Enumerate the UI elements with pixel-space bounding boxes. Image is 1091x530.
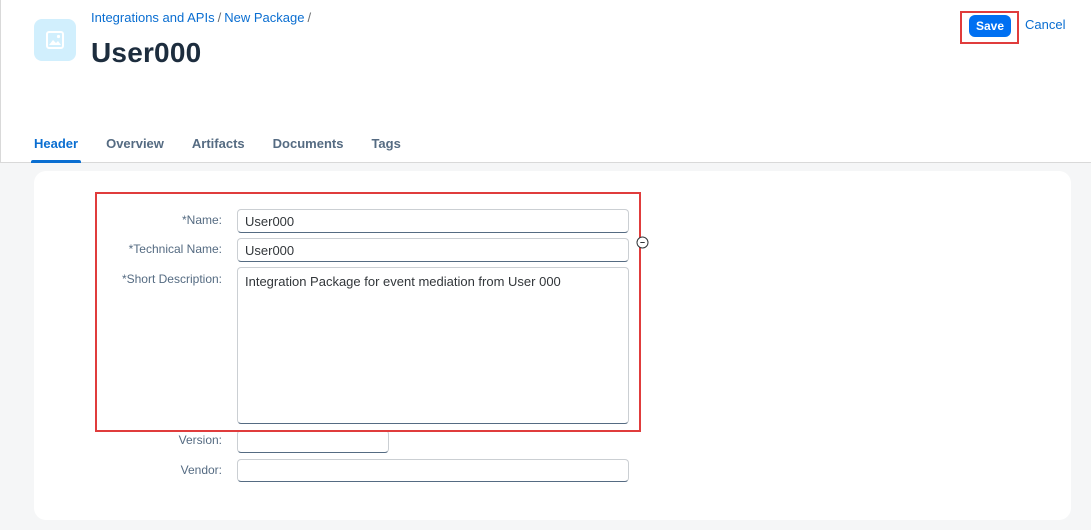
tab-documents[interactable]: Documents — [273, 136, 344, 163]
tab-overview[interactable]: Overview — [106, 136, 164, 163]
breadcrumb-separator: / — [307, 10, 312, 25]
header-divider — [0, 0, 1, 163]
tab-tags[interactable]: Tags — [371, 136, 400, 163]
breadcrumb-link-integrations[interactable]: Integrations and APIs — [91, 10, 215, 25]
short-description-field[interactable]: Integration Package for event mediation … — [237, 267, 629, 424]
image-placeholder-icon — [46, 31, 64, 49]
tab-artifacts[interactable]: Artifacts — [192, 136, 245, 163]
cancel-button[interactable]: Cancel — [1025, 17, 1065, 32]
page-title: User000 — [91, 37, 202, 68]
breadcrumb-link-new-package[interactable]: New Package — [224, 10, 304, 25]
version-field[interactable] — [237, 430, 389, 453]
clear-circle-icon[interactable] — [636, 236, 649, 249]
technical-name-field[interactable] — [237, 238, 629, 262]
save-button[interactable]: Save — [969, 15, 1011, 37]
technical-name-label: *Technical Name: — [128, 242, 222, 256]
vendor-field[interactable] — [237, 459, 629, 482]
breadcrumb: Integrations and APIs / New Package / — [91, 10, 314, 25]
short-description-label: *Short Description: — [121, 272, 222, 286]
vendor-label: Vendor: — [180, 463, 222, 477]
package-avatar — [34, 19, 76, 61]
name-field[interactable] — [237, 209, 629, 233]
page-header: Integrations and APIs / New Package / User0… — [0, 0, 1091, 163]
name-label: *Name: — [181, 213, 222, 227]
tab-header[interactable]: Header — [30, 136, 82, 163]
tab-bar: Header Overview Artifacts Documents Tags — [30, 136, 429, 163]
breadcrumb-separator: / — [217, 10, 222, 25]
version-label: Version: — [178, 433, 222, 447]
